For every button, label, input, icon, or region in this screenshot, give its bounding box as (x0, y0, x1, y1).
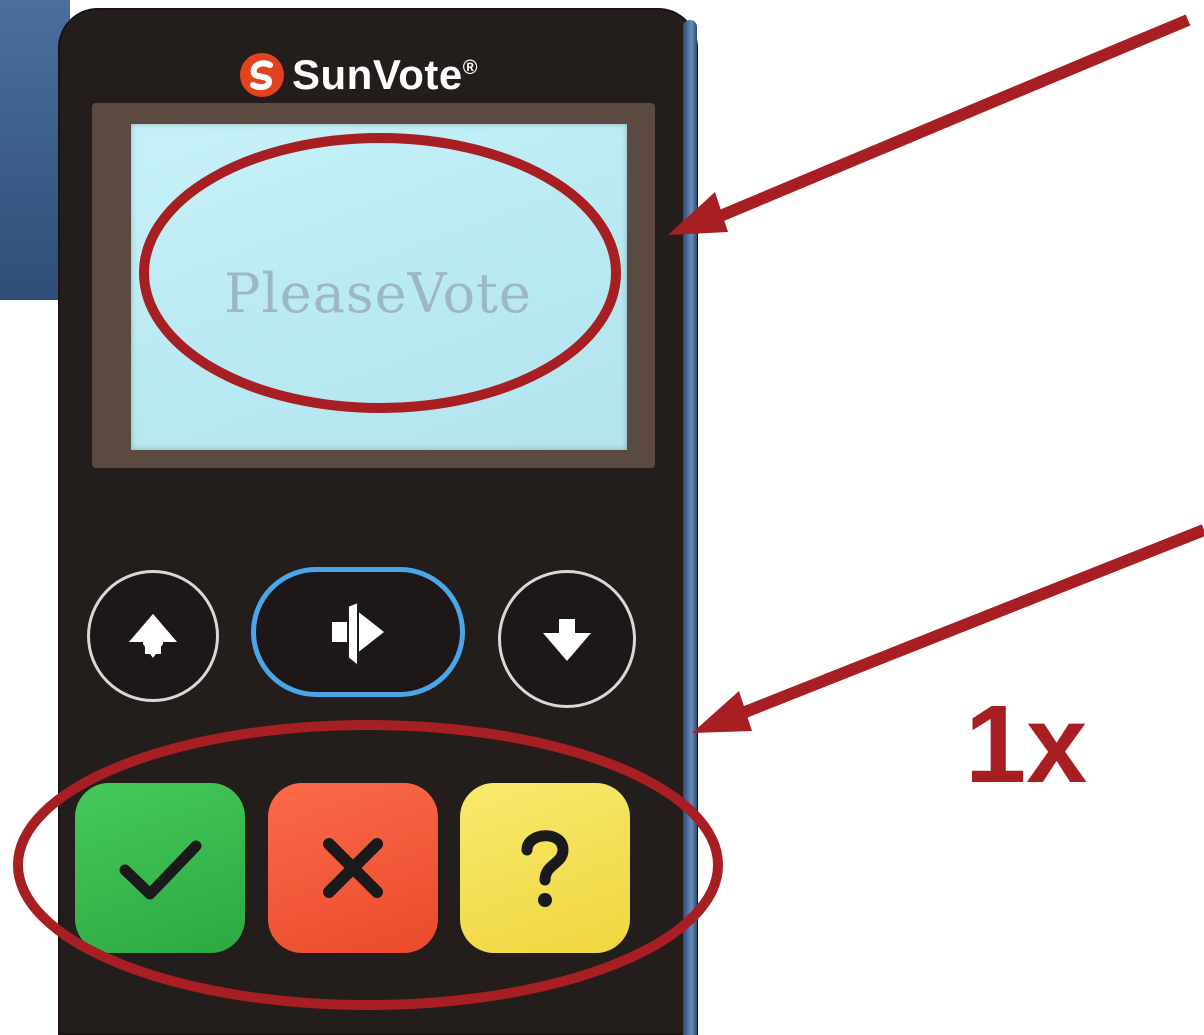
vote-abstain-button[interactable] (460, 783, 630, 953)
screen-message: PleaseVote (224, 262, 532, 325)
brand-name: SunVote® (292, 51, 478, 98)
enter-button[interactable] (251, 567, 465, 697)
photo-stage: SunVote® PleaseVote 1x (0, 0, 1204, 1035)
sunvote-logo-icon (240, 53, 284, 97)
press-once-label: 1x (965, 683, 1088, 806)
nav-up-button[interactable] (87, 570, 219, 702)
vote-no-button[interactable] (268, 783, 438, 953)
vote-yes-button[interactable] (75, 783, 245, 953)
nav-down-button[interactable] (498, 570, 636, 708)
arrow-to-screen (668, 14, 1191, 235)
brand-header: SunVote® (240, 50, 478, 100)
arrow-to-keys (692, 524, 1204, 733)
registered-mark: ® (462, 57, 478, 79)
keypad-blue-edge (683, 20, 697, 1035)
